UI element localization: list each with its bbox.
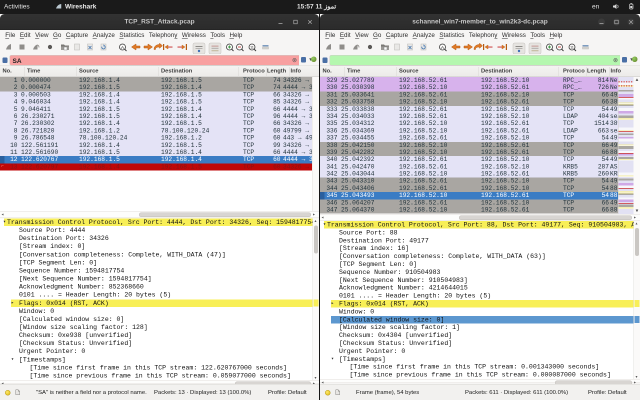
svg-text:A: A [121, 45, 124, 50]
svg-text:11: 11 [570, 46, 574, 50]
svg-text:11: 11 [250, 46, 254, 50]
svg-text:A: A [441, 45, 444, 50]
